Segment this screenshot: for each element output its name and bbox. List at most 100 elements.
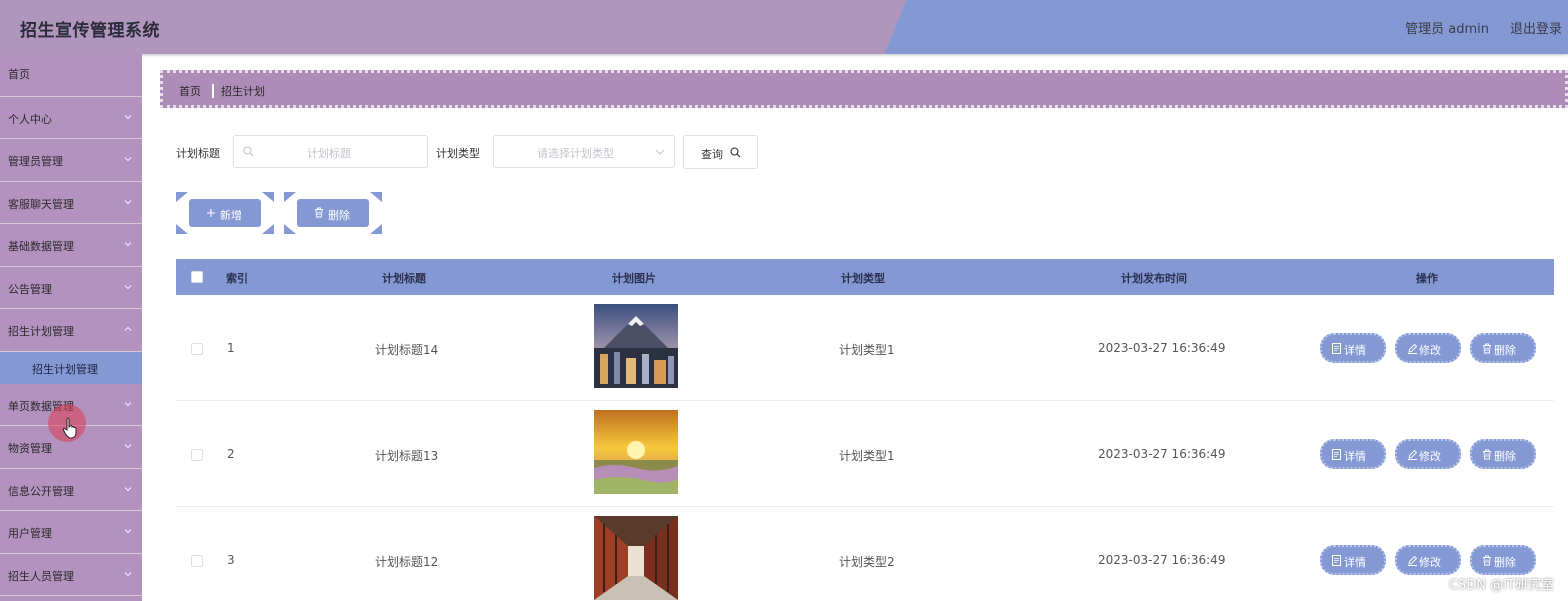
add-button[interactable]: 新增 <box>189 199 261 227</box>
trash-icon <box>1483 343 1491 354</box>
sidebar-item-label: 管理员管理 <box>8 155 63 168</box>
detail-button-label: 详情 <box>1344 344 1366 357</box>
breadcrumb: 首页 招生计划 <box>160 70 1568 108</box>
edit-button[interactable]: 修改 <box>1395 545 1461 575</box>
chevron-down-icon <box>124 527 132 535</box>
delete-button[interactable]: 删除 <box>297 199 369 227</box>
table-row: 3 计划标题12 计划类型2 2023-03-27 16:36:49 详情 修改… <box>176 507 1554 601</box>
breadcrumb-home[interactable]: 首页 <box>179 83 201 99</box>
current-user: 管理员 admin <box>1405 22 1489 37</box>
row-delete-button[interactable]: 删除 <box>1470 545 1536 575</box>
sidebar-item-info-disclosure[interactable]: 信息公开管理 <box>0 469 142 511</box>
row-time: 2023-03-27 16:36:49 <box>1098 341 1226 355</box>
select-all-checkbox[interactable] <box>191 271 203 283</box>
sidebar-item-label: 公告管理 <box>8 282 52 296</box>
plus-icon <box>207 209 215 217</box>
corridor-image <box>594 516 678 600</box>
chevron-up-icon <box>124 325 132 333</box>
column-header-actions: 操作 <box>1416 272 1438 285</box>
column-header-time: 计划发布时间 <box>1121 272 1187 285</box>
row-index: 3 <box>227 553 235 567</box>
row-type: 计划类型1 <box>839 343 895 357</box>
column-header-type: 计划类型 <box>841 272 885 285</box>
table-header: 索引 计划标题 计划图片 计划类型 计划发布时间 操作 <box>176 259 1554 295</box>
document-icon <box>1332 449 1341 460</box>
chevron-down-icon <box>124 240 132 248</box>
submenu-item-label: 招生计划管理 <box>32 362 98 376</box>
breadcrumb-current: 招生计划 <box>221 85 265 98</box>
plan-type-label: 计划类型 <box>436 147 480 160</box>
sunset-field-image <box>594 410 678 494</box>
edit-button[interactable]: 修改 <box>1395 333 1461 363</box>
column-header-title: 计划标题 <box>382 272 426 285</box>
edit-button-label: 修改 <box>1419 344 1441 357</box>
sidebar-item-user-management[interactable]: 用户管理 <box>0 511 142 554</box>
trash-icon <box>315 207 323 218</box>
sidebar-item-label: 个人中心 <box>8 112 52 126</box>
chevron-down-icon <box>124 198 132 206</box>
row-title: 计划标题14 <box>375 343 439 357</box>
sidebar-item-label: 客服聊天管理 <box>8 197 74 211</box>
chevron-down-icon <box>124 485 132 493</box>
row-time: 2023-03-27 16:36:49 <box>1098 553 1226 567</box>
query-button[interactable]: 查询 <box>683 135 758 169</box>
add-button-label: 新增 <box>220 209 242 222</box>
search-icon <box>730 147 741 158</box>
row-delete-button-label: 删除 <box>1494 450 1516 463</box>
row-index: 2 <box>227 447 235 461</box>
row-type: 计划类型2 <box>839 555 895 569</box>
edit-icon <box>1408 449 1418 460</box>
sidebar-item-notice-management[interactable]: 公告管理 <box>0 267 142 309</box>
sidebar-item-enrollment-plan[interactable]: 招生计划管理 <box>0 309 142 352</box>
chevron-down-icon <box>124 570 132 578</box>
app-title: 招生宣传管理系统 <box>20 21 160 41</box>
sidebar-item-personal-center[interactable]: 个人中心 <box>0 97 142 139</box>
detail-button[interactable]: 详情 <box>1320 439 1386 469</box>
table-row: 1 计划标题14 计划类型1 2023-03-27 16:36:49 详情 修改… <box>176 295 1554 401</box>
plan-title-input[interactable]: 计划标题 <box>233 135 428 168</box>
detail-button[interactable]: 详情 <box>1320 333 1386 363</box>
sidebar-item-basic-data[interactable]: 基础数据管理 <box>0 224 142 267</box>
detail-button-label: 详情 <box>1344 556 1366 569</box>
sidebar-item-label: 招生人员管理 <box>8 569 74 583</box>
plan-type-select[interactable]: 请选择计划类型 <box>493 135 675 168</box>
sidebar-item-admin-management[interactable]: 管理员管理 <box>0 139 142 182</box>
hand-cursor-icon <box>62 417 77 439</box>
row-type: 计划类型1 <box>839 449 895 463</box>
edit-button[interactable]: 修改 <box>1395 439 1461 469</box>
query-button-label: 查询 <box>701 148 723 161</box>
chevron-down-icon <box>124 113 132 121</box>
document-icon <box>1332 343 1341 354</box>
row-delete-button-label: 删除 <box>1494 556 1516 569</box>
detail-button[interactable]: 详情 <box>1320 545 1386 575</box>
sidebar-item-home[interactable]: 首页 <box>0 54 142 97</box>
document-icon <box>1332 555 1341 566</box>
delete-button-label: 删除 <box>328 209 350 222</box>
breadcrumb-separator <box>212 84 214 98</box>
edit-icon <box>1408 555 1418 566</box>
sidebar-item-label: 用户管理 <box>8 527 52 540</box>
row-title: 计划标题12 <box>375 555 439 569</box>
sidebar-item-label: 首页 <box>8 68 30 81</box>
row-delete-button[interactable]: 删除 <box>1470 333 1536 363</box>
row-title: 计划标题13 <box>375 449 439 463</box>
row-delete-button[interactable]: 删除 <box>1470 439 1536 469</box>
row-checkbox[interactable] <box>191 343 203 355</box>
sidebar-item-recruiter-management[interactable]: 招生人员管理 <box>0 554 142 596</box>
submenu-item-enrollment-plan[interactable]: 招生计划管理 <box>0 351 142 384</box>
chevron-down-icon <box>124 155 132 163</box>
sidebar-item-chat-management[interactable]: 客服聊天管理 <box>0 182 142 224</box>
row-index: 1 <box>227 341 235 355</box>
row-checkbox[interactable] <box>191 555 203 567</box>
sidebar-item-label: 物资管理 <box>8 442 52 455</box>
logout-link[interactable]: 退出登录 <box>1510 18 1562 37</box>
trash-icon <box>1483 449 1491 460</box>
edit-button-label: 修改 <box>1419 556 1441 569</box>
trash-icon <box>1483 555 1491 566</box>
sidebar-item-label: 招生计划管理 <box>8 325 74 338</box>
edit-button-label: 修改 <box>1419 450 1441 463</box>
row-checkbox[interactable] <box>191 449 203 461</box>
plan-type-placeholder: 请选择计划类型 <box>537 147 614 160</box>
column-header-index: 索引 <box>226 272 248 285</box>
plan-title-placeholder: 计划标题 <box>307 147 351 160</box>
